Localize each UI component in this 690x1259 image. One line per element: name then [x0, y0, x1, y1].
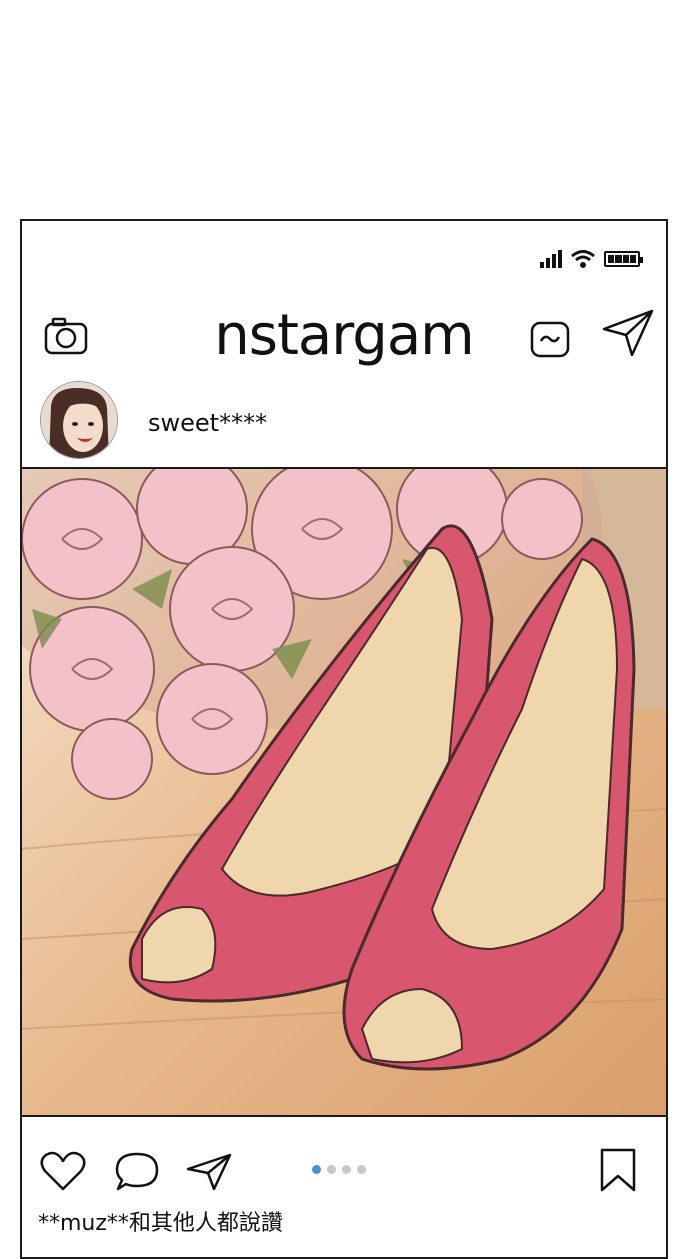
carousel-indicator	[312, 1165, 366, 1174]
carousel-dot[interactable]	[342, 1165, 351, 1174]
bookmark-icon[interactable]	[598, 1147, 638, 1193]
status-bar	[540, 249, 643, 269]
post-actions: **muz**和其他人都說讚	[22, 1117, 666, 1236]
avatar[interactable]	[40, 381, 118, 459]
wifi-icon	[571, 250, 595, 268]
likes-text[interactable]: **muz**和其他人都說讚	[38, 1205, 283, 1237]
phone-frame: nstargam sweet**** **muz**和其他人都說讚	[20, 219, 668, 1259]
comment-icon[interactable]	[114, 1151, 160, 1193]
post-header: sweet****	[22, 381, 666, 465]
carousel-dot[interactable]	[327, 1165, 336, 1174]
heart-icon[interactable]	[40, 1151, 86, 1193]
carousel-dot[interactable]	[312, 1165, 321, 1174]
post-image	[22, 467, 666, 1117]
app-header: nstargam	[22, 301, 666, 371]
battery-icon	[604, 251, 643, 267]
tv-icon[interactable]	[530, 319, 570, 359]
signal-icon	[540, 250, 562, 268]
direct-message-icon[interactable]	[602, 309, 654, 357]
carousel-dot[interactable]	[357, 1165, 366, 1174]
share-icon[interactable]	[186, 1153, 232, 1191]
post-username[interactable]: sweet****	[148, 409, 267, 437]
